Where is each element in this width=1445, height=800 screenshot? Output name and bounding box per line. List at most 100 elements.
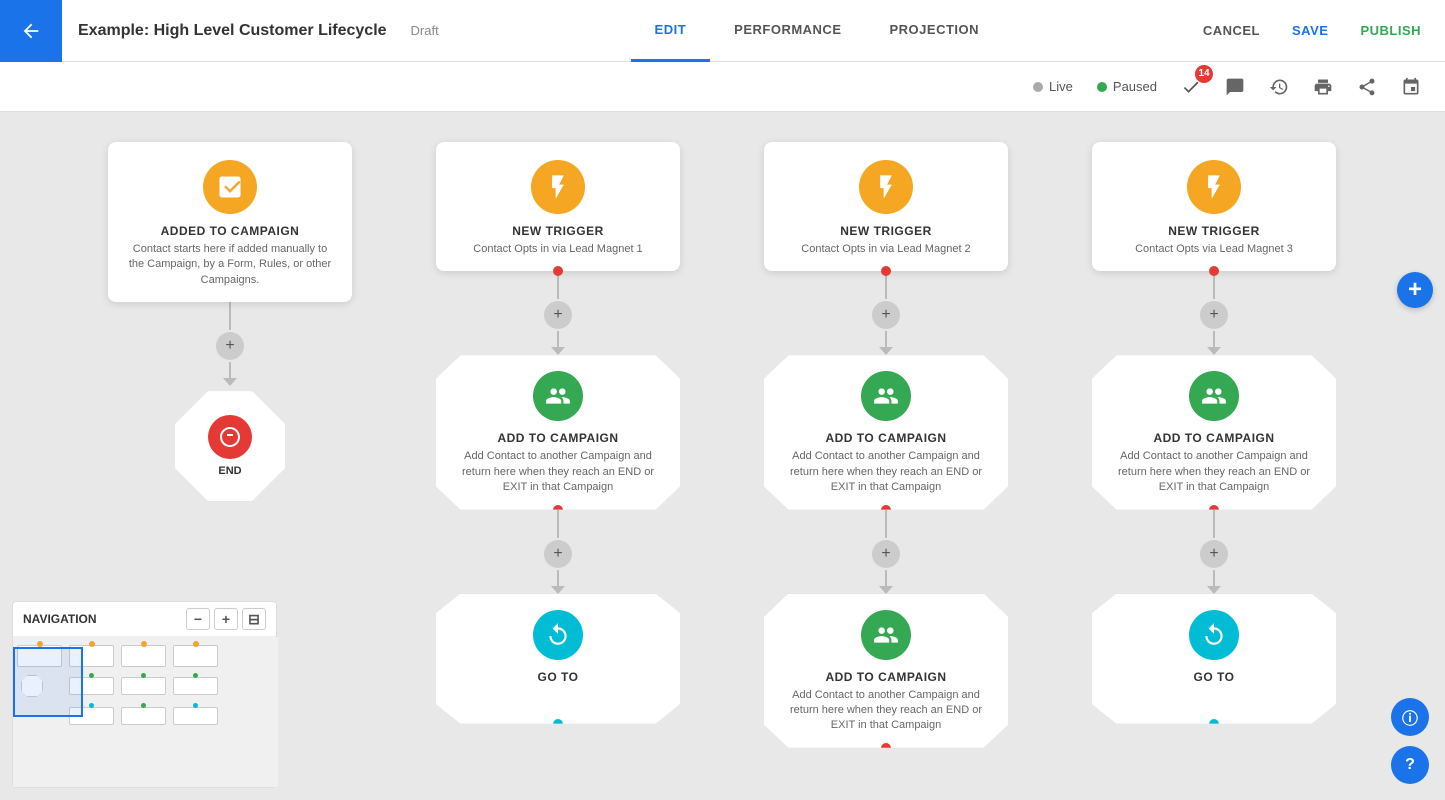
add-step-4a[interactable]: + (1200, 301, 1228, 329)
error-dot-3b (881, 743, 891, 753)
campaign-desc-3a: Add Contact to another Campaign and retu… (778, 449, 994, 495)
workflow-canvas[interactable]: ADDED TO CAMPAIGN Contact starts here if… (0, 112, 1445, 800)
cancel-button[interactable]: CANCEL (1187, 0, 1276, 62)
back-button[interactable] (0, 0, 62, 62)
add-step-4b[interactable]: + (1200, 540, 1228, 568)
node-icon (203, 160, 257, 214)
comments-button[interactable] (1217, 69, 1253, 105)
campaign4-icon (1189, 371, 1239, 421)
trigger-icon (531, 160, 585, 214)
campaign-desc-2a: Add Contact to another Campaign and retu… (450, 449, 666, 495)
add-campaign-4-node[interactable]: ADD TO CAMPAIGN Add Contact to another C… (1092, 355, 1336, 509)
goto-dot (553, 719, 563, 729)
goto-4-node[interactable]: GO TO (1092, 594, 1336, 724)
col-4: NEW TRIGGER Contact Opts via Lead Magnet… (1092, 142, 1336, 724)
goto4-icon (1189, 610, 1239, 660)
end-node[interactable]: END (170, 386, 290, 506)
topbar: Example: High Level Customer Lifecycle D… (0, 0, 1445, 62)
share-button[interactable] (1349, 69, 1385, 105)
end-icon (208, 415, 252, 459)
goto-2-node[interactable]: GO TO (436, 594, 680, 724)
minimap-viewport-indicator (13, 647, 83, 717)
trigger3-icon (1187, 160, 1241, 214)
node-error-dot (553, 266, 563, 276)
navigation-minimap: NAVIGATION − + ⊟ (12, 601, 277, 788)
paused-label: Paused (1113, 79, 1157, 94)
campaign-title-2a: ADD TO CAMPAIGN (497, 431, 618, 445)
col-2: NEW TRIGGER Contact Opts in via Lead Mag… (436, 142, 680, 724)
campaign-title-4: ADD TO CAMPAIGN (1153, 431, 1274, 445)
campaign-desc-4: Add Contact to another Campaign and retu… (1106, 449, 1322, 495)
octagon-shape: END (175, 391, 285, 501)
fit-button[interactable]: ⊟ (242, 608, 266, 630)
add-campaign-3b-node[interactable]: ADD TO CAMPAIGN Add Contact to another C… (764, 594, 1008, 748)
save-button[interactable]: SAVE (1276, 0, 1344, 62)
connector-1: + (216, 302, 244, 386)
trigger2-desc: Contact Opts in via Lead Magnet 2 (801, 242, 970, 257)
col-1: ADDED TO CAMPAIGN Contact starts here if… (108, 142, 352, 506)
pin-button[interactable] (1393, 69, 1429, 105)
publish-button[interactable]: PUBLISH (1344, 0, 1437, 62)
live-dot (1033, 82, 1043, 92)
nav-map-title-text: NAVIGATION (23, 612, 97, 626)
line (229, 302, 231, 330)
node-desc: Contact starts here if added manually to… (124, 242, 336, 288)
added-to-campaign-node[interactable]: ADDED TO CAMPAIGN Contact starts here if… (108, 142, 352, 302)
add-col-icon[interactable]: + (1397, 272, 1433, 308)
goto4-dot (1209, 719, 1219, 729)
arrow (223, 378, 237, 386)
live-label: Live (1049, 79, 1073, 94)
node-title: ADDED TO CAMPAIGN (161, 224, 300, 238)
checklist-badge: 14 (1195, 65, 1213, 83)
trigger-3-node[interactable]: NEW TRIGGER Contact Opts via Lead Magnet… (1092, 142, 1336, 271)
trigger-desc: Contact Opts in via Lead Magnet 1 (473, 242, 642, 257)
nav-projection[interactable]: PROJECTION (866, 0, 1004, 62)
trigger-1-node[interactable]: NEW TRIGGER Contact Opts in via Lead Mag… (436, 142, 680, 271)
trigger-2-node[interactable]: NEW TRIGGER Contact Opts in via Lead Mag… (764, 142, 1008, 271)
campaign2-icon (861, 371, 911, 421)
print-button[interactable] (1305, 69, 1341, 105)
campaign-title-3a: ADD TO CAMPAIGN (825, 431, 946, 445)
goto-title-2: GO TO (538, 670, 579, 684)
page-title: Example: High Level Customer Lifecycle (62, 22, 403, 40)
help-button[interactable]: ? (1391, 746, 1429, 784)
info-button[interactable]: ⓘ (1391, 698, 1429, 736)
zoom-in-button[interactable]: + (214, 608, 238, 630)
error-dot-3 (881, 266, 891, 276)
history-button[interactable] (1261, 69, 1297, 105)
goto-icon (533, 610, 583, 660)
goto-title-4: GO TO (1194, 670, 1235, 684)
col-3: NEW TRIGGER Contact Opts in via Lead Mag… (764, 142, 1008, 748)
checklist-button[interactable]: 14 (1173, 69, 1209, 105)
add-campaign-3a-node[interactable]: ADD TO CAMPAIGN Add Contact to another C… (764, 355, 1008, 509)
campaign3b-icon (861, 610, 911, 660)
trigger-title: NEW TRIGGER (512, 224, 604, 238)
add-step-2a[interactable]: + (544, 301, 572, 329)
nav-edit[interactable]: EDIT (631, 0, 711, 62)
campaign-desc-3b: Add Contact to another Campaign and retu… (778, 688, 994, 734)
draft-badge: Draft (403, 23, 447, 38)
trigger2-icon (859, 160, 913, 214)
minimap-viewport[interactable] (13, 637, 278, 787)
add-campaign-2a-node[interactable]: ADD TO CAMPAIGN Add Contact to another C… (436, 355, 680, 509)
add-step-3b[interactable]: + (872, 540, 900, 568)
toolbar: Live Paused 14 (0, 62, 1445, 112)
campaign-title-3b: ADD TO CAMPAIGN (825, 670, 946, 684)
add-column-button[interactable]: + (1397, 272, 1433, 308)
add-step-button[interactable]: + (216, 332, 244, 360)
zoom-out-button[interactable]: − (186, 608, 210, 630)
nav-performance[interactable]: PERFORMANCE (710, 0, 865, 62)
paused-status: Paused (1089, 75, 1165, 98)
trigger2-title: NEW TRIGGER (840, 224, 932, 238)
campaign-icon (533, 371, 583, 421)
trigger3-title: NEW TRIGGER (1168, 224, 1260, 238)
line (229, 362, 231, 378)
end-label: END (218, 465, 241, 477)
topbar-nav: EDIT PERFORMANCE PROJECTION (447, 0, 1187, 62)
error-dot-4 (1209, 266, 1219, 276)
add-step-3a[interactable]: + (872, 301, 900, 329)
help-buttons: ⓘ ? (1391, 698, 1429, 784)
add-step-2b[interactable]: + (544, 540, 572, 568)
trigger3-desc: Contact Opts via Lead Magnet 3 (1135, 242, 1293, 257)
paused-dot (1097, 82, 1107, 92)
